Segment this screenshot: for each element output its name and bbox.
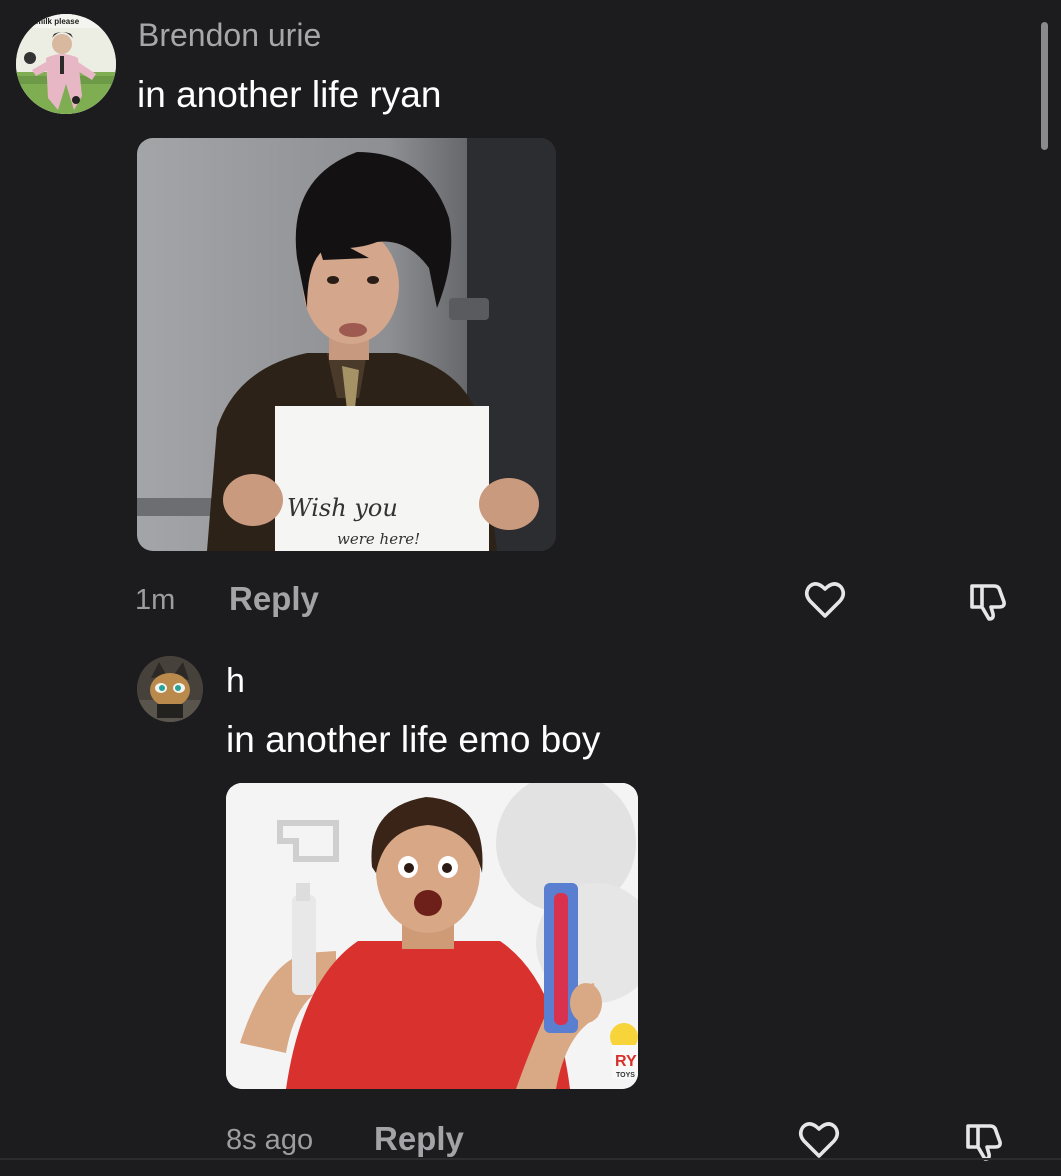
- reply-button[interactable]: Reply: [374, 1120, 464, 1158]
- dislike-icon[interactable]: [964, 576, 1012, 624]
- avatar[interactable]: [137, 656, 203, 722]
- comment-image[interactable]: Wish you were here!: [137, 138, 556, 551]
- comments-screen: milk please Brendon urie in another life…: [0, 0, 1061, 1176]
- sign-text-line2: were here!: [337, 530, 420, 548]
- comment-text: in another life ryan: [137, 74, 442, 115]
- reply-button[interactable]: Reply: [229, 580, 319, 618]
- dislike-icon[interactable]: [960, 1116, 1008, 1164]
- logo-subtext: TOYS: [616, 1072, 635, 1079]
- comment-time: 1m: [135, 584, 176, 616]
- heart-icon[interactable]: [801, 576, 849, 624]
- logo-text: RY: [615, 1053, 637, 1070]
- avatar-image: [137, 656, 203, 722]
- comment-image[interactable]: RY TOYS: [226, 783, 638, 1089]
- ryan-toys-photo: RY TOYS: [226, 783, 638, 1089]
- avatar-caption: milk please: [36, 17, 80, 26]
- bottom-divider: [0, 1158, 1061, 1160]
- emo-boy-photo: Wish you were here!: [137, 138, 556, 551]
- username[interactable]: h: [226, 663, 245, 699]
- avatar-image: milk please: [16, 14, 116, 114]
- scrollbar[interactable]: [1041, 22, 1048, 150]
- sign-text-line1: Wish you: [287, 494, 398, 522]
- username[interactable]: Brendon urie: [138, 17, 321, 53]
- comment-text: in another life emo boy: [226, 719, 601, 760]
- heart-icon[interactable]: [795, 1116, 843, 1164]
- avatar[interactable]: milk please: [16, 14, 116, 114]
- comment-time: 8s ago: [226, 1124, 314, 1156]
